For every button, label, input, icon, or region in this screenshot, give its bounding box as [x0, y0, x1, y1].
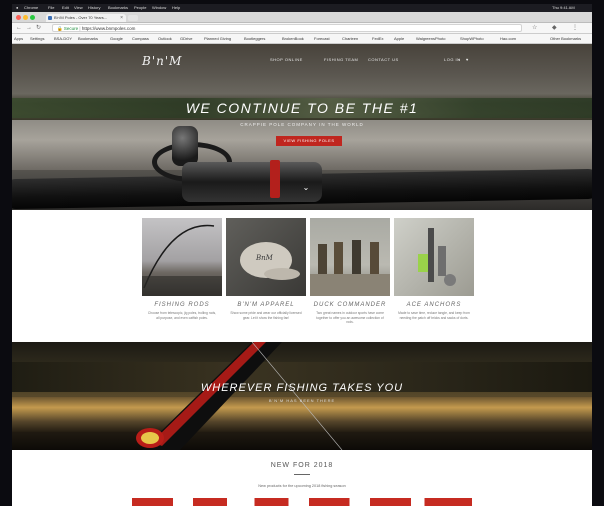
apple-icon[interactable]: ● [16, 4, 18, 12]
menu-chrome[interactable]: Chrome [24, 4, 38, 12]
bookmark-charleen[interactable]: Charleen [342, 34, 358, 43]
banner-subtitle: B'N'M HAS BEEN THERE [268, 398, 336, 403]
close-tab-icon[interactable]: × [120, 14, 123, 22]
bookmark-bsa[interactable]: BSA-DOY [54, 34, 72, 43]
bookmark-bootleggers[interactable]: Bootleggers [244, 34, 265, 43]
url-text: https://www.bnmpoles.com [81, 26, 136, 31]
secure-label: Secure [63, 26, 79, 31]
bookmark-google[interactable]: Google [110, 34, 123, 43]
hero-reel-seat [182, 162, 322, 202]
menu-edit[interactable]: Edit [62, 4, 69, 12]
menu-history[interactable]: History [88, 4, 100, 12]
nav-shop-online[interactable]: SHOP ONLINE [270, 57, 303, 62]
product-desc: Made to save time, reduce tangle, and ke… [398, 311, 470, 320]
new-products-section: NEW FOR 2018 New products for the upcomi… [12, 450, 592, 506]
tab-title: B'n'M Poles - Over 70 Years... [54, 15, 108, 20]
bookmark-compass[interactable]: Compass [132, 34, 149, 43]
bookmark-fedex[interactable]: FedEx [372, 34, 384, 43]
apparel-image[interactable]: BnM [226, 218, 306, 296]
bookmarks-bar: Apps Settings BSA-DOY Bookmarks Google C… [12, 34, 592, 44]
hero-banner: B'n'M SHOP ONLINE FISHING TEAM CONTACT U… [12, 44, 592, 210]
menu-bookmarks[interactable]: Bookmarks [108, 4, 128, 12]
product-title[interactable]: B'N'M APPAREL [226, 302, 306, 308]
product-categories: FISHING RODS Choose from telescopic, jig… [12, 210, 592, 342]
hero-red-band [270, 160, 280, 198]
bookmark-brokenbook[interactable]: BrokenBook [282, 34, 304, 43]
browser-screen: ● Chrome File Edit View History Bookmark… [12, 4, 592, 506]
bookmark-shopwphoto[interactable]: ShopWPhoto [460, 34, 484, 43]
product-card-ace-anchors[interactable]: ACE ANCHORS Made to save time, reduce ta… [394, 218, 474, 320]
site-logo[interactable]: B'n'M [142, 54, 182, 68]
menu-window[interactable]: Window [152, 4, 166, 12]
back-icon[interactable]: ← [16, 24, 22, 32]
hero-title: WE CONTINUE TO BE THE #1 [185, 100, 419, 116]
ace-anchors-image[interactable] [394, 218, 474, 296]
menu-dots-icon[interactable]: ⋮ [572, 24, 578, 32]
duck-commander-image[interactable] [310, 218, 390, 296]
nav-contact-us[interactable]: CONTACT US [368, 57, 399, 62]
bookmark-planned-giving[interactable]: Planned Giving [204, 34, 231, 43]
search-icon[interactable]: ⌕ [458, 57, 461, 62]
maximize-window-button[interactable] [30, 15, 35, 20]
bookmark-apps[interactable]: Apps [14, 34, 23, 43]
minimize-window-button[interactable] [23, 15, 28, 20]
menu-help[interactable]: Help [172, 4, 180, 12]
menu-file[interactable]: File [48, 4, 54, 12]
favicon-icon [48, 16, 52, 20]
banner-rod-image [136, 342, 343, 450]
bookmark-hao[interactable]: Hao.com [500, 34, 516, 43]
fishing-rods-image[interactable] [142, 218, 222, 296]
product-card-duck-commander[interactable]: DUCK COMMANDER Two great names in outdoo… [310, 218, 390, 325]
wherever-banner: WHEREVER FISHING TAKES YOU B'N'M HAS BEE… [12, 342, 592, 450]
bookmark-apple[interactable]: Apple [394, 34, 404, 43]
star-icon[interactable]: ☆ [532, 24, 537, 32]
bookmark-walgreens[interactable]: WalgreensPhoto [416, 34, 445, 43]
extension-icon[interactable]: ◆ [552, 24, 557, 32]
bookmark-forecast[interactable]: Forecast [314, 34, 330, 43]
section-divider [294, 474, 310, 475]
reload-icon[interactable]: ↻ [36, 24, 41, 32]
close-window-button[interactable] [16, 15, 21, 20]
product-desc: Choose from telescopic, jig poles, troll… [147, 311, 217, 320]
product-title[interactable]: ACE ANCHORS [394, 302, 474, 308]
url-input[interactable]: 🔒 Secure | https://www.bnmpoles.com [52, 24, 522, 32]
hero-subtitle: CRAPPIE POLE COMPANY IN THE WORLD [240, 122, 364, 127]
product-card-fishing-rods[interactable]: FISHING RODS Choose from telescopic, jig… [142, 218, 222, 320]
new-tab-button[interactable] [128, 15, 138, 21]
product-desc: Show some pride and wear our officially … [230, 311, 302, 320]
menu-people[interactable]: People [134, 4, 146, 12]
chevron-down-icon[interactable]: ⌄ [302, 184, 310, 192]
heart-icon[interactable]: ♥ [466, 57, 469, 62]
bookmark-other[interactable]: Other Bookmarks [550, 34, 581, 43]
product-card-apparel[interactable]: BnM B'N'M APPAREL Show some pride and we… [226, 218, 306, 320]
address-bar-row: ← → ↻ 🔒 Secure | https://www.bnmpoles.co… [12, 23, 592, 34]
new-section-subtitle: New products for the upcoming 2018 fishi… [258, 484, 346, 488]
product-title[interactable]: DUCK COMMANDER [310, 302, 390, 308]
tab-bar: B'n'M Poles - Over 70 Years... × [12, 12, 592, 23]
banner-title: WHEREVER FISHING TAKES YOU [200, 382, 404, 394]
bookmark-settings[interactable]: Settings [30, 34, 44, 43]
bookmark-outlook[interactable]: Outlook [158, 34, 172, 43]
forward-icon[interactable]: → [26, 24, 32, 32]
bookmark-gdrive[interactable]: GDrive [180, 34, 192, 43]
clock: Thu 9:41 AM [552, 5, 575, 10]
nav-fishing-team[interactable]: FISHING TEAM [324, 57, 358, 62]
browser-tab[interactable]: B'n'M Poles - Over 70 Years... × [46, 14, 126, 22]
new-section-title: NEW FOR 2018 [270, 462, 334, 469]
product-title[interactable]: FISHING RODS [142, 302, 222, 308]
lock-icon: 🔒 [57, 26, 64, 31]
view-fishing-poles-button[interactable]: VIEW FISHING POLES [276, 136, 342, 146]
hero-reel-knob [172, 126, 198, 166]
mac-menu-bar: ● Chrome File Edit View History Bookmark… [12, 4, 592, 12]
new-products-lettering [132, 498, 472, 506]
svg-text:BnM: BnM [255, 254, 274, 262]
bookmark-bookmarks[interactable]: Bookmarks [78, 34, 98, 43]
menu-view[interactable]: View [74, 4, 83, 12]
product-desc: Two great names in outdoor sports have c… [316, 311, 384, 324]
